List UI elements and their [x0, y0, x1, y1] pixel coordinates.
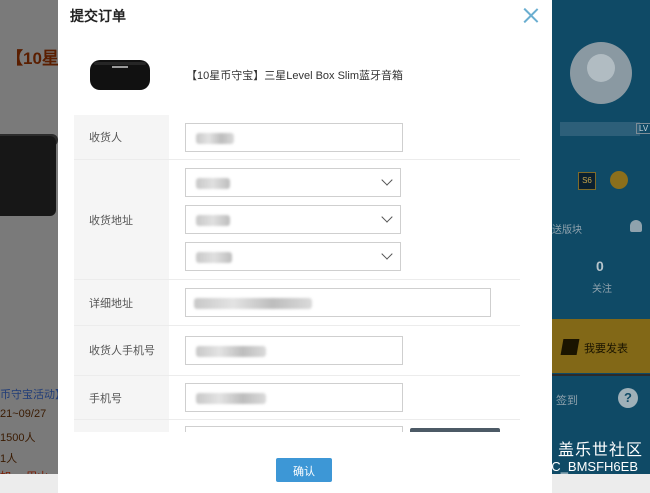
follow-count: 0 [596, 258, 604, 274]
confirm-button[interactable]: 确认 [276, 458, 332, 482]
user-sidebar: LV S6 送版块 0 关注 我要发表 签到 ? [552, 0, 650, 493]
city-select[interactable] [185, 205, 401, 234]
follow-label[interactable]: 关注 [592, 280, 612, 295]
product-logo [112, 66, 128, 68]
activity-date: 21~09/27 [0, 408, 47, 420]
form-row-recipient: 收货人 [74, 115, 520, 160]
submit-order-dialog: 提交订单 【10星币守宝】三星Level Box Slim蓝牙音箱 收货人 收货… [58, 0, 552, 493]
avatar[interactable] [570, 42, 632, 104]
level-badge: LV [636, 123, 650, 134]
sidebar-divider [552, 374, 650, 376]
product-page-title: 【10星币 [6, 49, 58, 68]
medal-s6-icon[interactable]: S6 [578, 172, 596, 190]
recipient-input[interactable] [185, 122, 403, 152]
phone-input[interactable] [185, 383, 403, 412]
activity-amount: 1500人 [0, 432, 36, 444]
redacted-text [196, 132, 234, 144]
recipient-label: 收货人 [74, 115, 169, 159]
dialog-title: 提交订单 [70, 8, 126, 24]
form-row-address: 收货地址 [74, 160, 520, 280]
activity-people: 1人 [0, 453, 18, 465]
phone-label: 手机号 [74, 376, 169, 419]
medal-face-icon[interactable] [610, 171, 628, 189]
recipient-phone-input[interactable] [185, 336, 403, 365]
close-icon[interactable] [523, 7, 539, 23]
order-form: 收货人 收货地址 详细地址 收货人手机号 手机号 [74, 115, 520, 450]
form-row-phone: 手机号 [74, 376, 520, 420]
post-button-label: 我要发表 [584, 343, 628, 355]
watermark-user-id: @GC_BMSFH6EB [528, 459, 638, 474]
address-label: 收货地址 [74, 160, 169, 279]
chevron-down-icon [381, 248, 393, 260]
post-button[interactable]: 我要发表 [552, 319, 650, 373]
district-select[interactable] [185, 242, 401, 271]
redacted-text [194, 298, 312, 309]
activity-link[interactable]: 币守宝活动】 [0, 386, 58, 402]
product-page-left: 【10星币 币守宝活动】 21~09/27 1500人 1人 如 ... 甲山 [0, 0, 58, 493]
chevron-down-icon [381, 211, 393, 223]
detail-address-input[interactable] [185, 288, 491, 317]
speaker-image [0, 136, 56, 216]
redacted-text [196, 178, 230, 189]
redacted-text [196, 393, 266, 404]
bell-icon[interactable] [630, 220, 642, 232]
product-name: 【10星币守宝】三星Level Box Slim蓝牙音箱 [186, 70, 403, 82]
product-image-highlight [94, 62, 146, 65]
watermark-site-name: 盖乐世社区 [558, 442, 644, 459]
form-row-detail-address: 详细地址 [74, 280, 520, 326]
recipient-phone-label: 收货人手机号 [74, 326, 169, 375]
detail-address-label: 详细地址 [74, 280, 169, 325]
sign-in-button[interactable]: 签到 [552, 380, 602, 420]
chevron-down-icon [381, 174, 393, 186]
redacted-text [196, 252, 232, 263]
form-row-recipient-phone: 收货人手机号 [74, 326, 520, 376]
level-bar [560, 122, 640, 136]
sidebar-menu-item[interactable]: 送版块 [552, 221, 582, 236]
redacted-text [196, 215, 230, 226]
redacted-text [196, 346, 266, 357]
pen-icon [560, 339, 580, 355]
province-select[interactable] [185, 168, 401, 197]
help-icon[interactable]: ? [618, 388, 638, 408]
product-image [90, 60, 150, 90]
